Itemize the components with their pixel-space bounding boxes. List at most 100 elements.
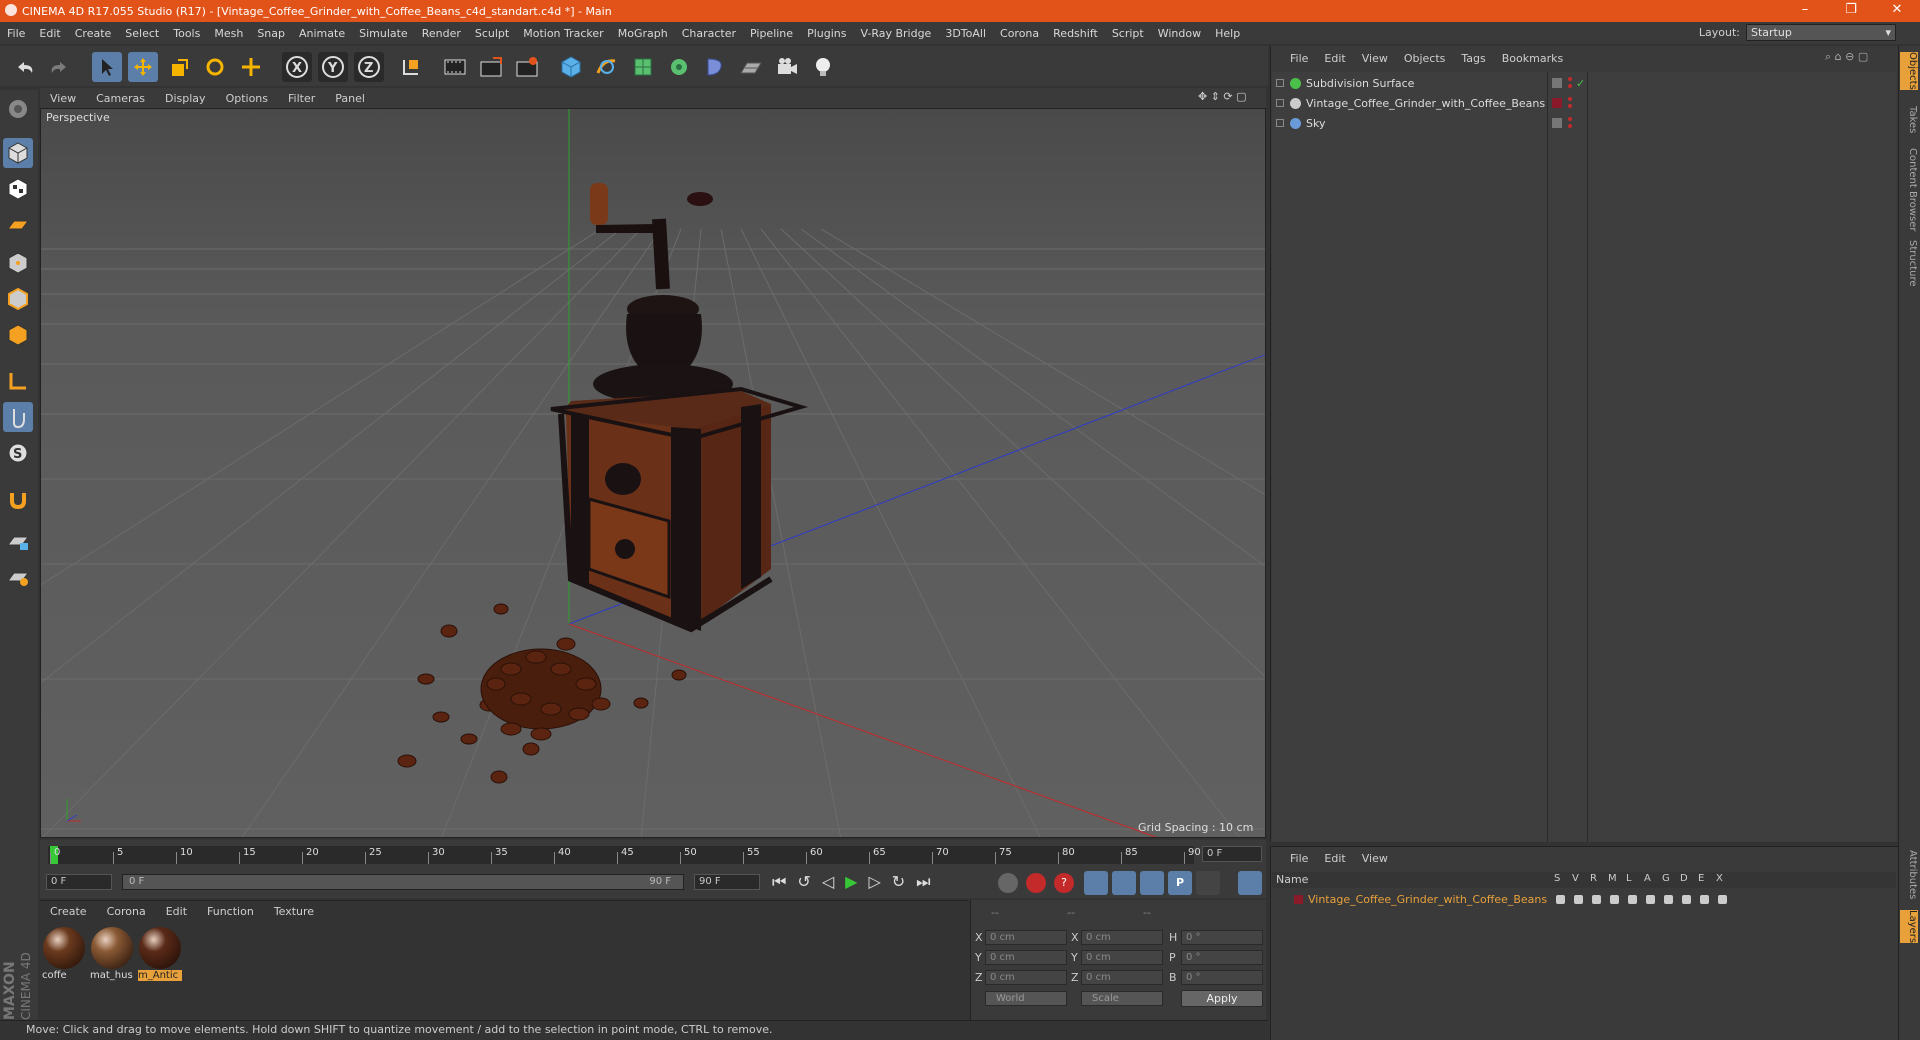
edges-mode-button[interactable] xyxy=(3,284,33,314)
menu-redshift[interactable]: Redshift xyxy=(1046,27,1105,40)
camera-button[interactable] xyxy=(772,52,802,82)
object-row[interactable]: Subdivision Surface ✓ xyxy=(1272,74,1896,93)
coordinate-system-button[interactable] xyxy=(396,52,426,82)
menu-render[interactable]: Render xyxy=(415,27,468,40)
next-frame-icon[interactable]: ▷ xyxy=(868,872,891,891)
coord-position-field[interactable]: 0 cm xyxy=(985,930,1067,945)
light-button[interactable] xyxy=(808,52,838,82)
coord-rotation-field[interactable]: 0 ° xyxy=(1181,950,1263,965)
layer-menu-view[interactable]: View xyxy=(1354,852,1396,865)
material-menu-edit[interactable]: Edit xyxy=(156,905,197,918)
spline-pen-button[interactable] xyxy=(592,52,622,82)
layer-row[interactable]: Vintage_Coffee_Grinder_with_Coffee_Beans xyxy=(1272,890,1896,909)
menu-sculpt[interactable]: Sculpt xyxy=(468,27,516,40)
menu-plugins[interactable]: Plugins xyxy=(800,27,853,40)
undo-button[interactable] xyxy=(10,52,40,82)
rotate-tool-button[interactable] xyxy=(200,52,230,82)
tab-layers[interactable]: Layers xyxy=(1900,910,1918,944)
viewport-perspective[interactable] xyxy=(40,108,1266,838)
layer-toggle-icon[interactable] xyxy=(1556,895,1565,904)
viewport-menu-filter[interactable]: Filter xyxy=(278,92,325,105)
menu-window[interactable]: Window xyxy=(1151,27,1208,40)
menu-create[interactable]: Create xyxy=(68,27,119,40)
previous-key-icon[interactable]: ↺ xyxy=(797,872,821,891)
layer-toggle-icon[interactable] xyxy=(1574,895,1583,904)
record-icon[interactable] xyxy=(1026,873,1046,893)
points-mode-button[interactable] xyxy=(3,248,33,278)
cloner-button[interactable] xyxy=(664,52,694,82)
layout-select[interactable]: Startup ▾ xyxy=(1746,24,1896,41)
keyframe-position-icon[interactable] xyxy=(1084,871,1108,895)
play-icon[interactable]: ▶ xyxy=(845,872,868,891)
tab-content-browser[interactable]: Content Browser xyxy=(1900,148,1918,231)
apply-button[interactable]: Apply xyxy=(1181,990,1263,1007)
current-frame-field[interactable]: 0 F xyxy=(1202,846,1262,862)
render-to-picture-viewer-button[interactable] xyxy=(476,52,506,82)
menu-file[interactable]: File xyxy=(0,27,32,40)
live-selection-button[interactable] xyxy=(92,52,122,82)
layer-toggle-icon[interactable] xyxy=(1718,895,1727,904)
material-swatch[interactable]: coffe xyxy=(42,926,86,984)
menu-edit[interactable]: Edit xyxy=(32,27,67,40)
check-icon[interactable]: ✓ xyxy=(1576,74,1585,93)
keyframe-rotation-icon[interactable] xyxy=(1140,871,1164,895)
menu-script[interactable]: Script xyxy=(1105,27,1151,40)
menu-3dtoall[interactable]: 3DToAll xyxy=(938,27,993,40)
menu-snap[interactable]: Snap xyxy=(250,27,292,40)
scale-select[interactable]: Scale xyxy=(1081,991,1163,1006)
y-axis-lock-button[interactable]: Y xyxy=(318,52,348,82)
model-mode-button[interactable] xyxy=(3,138,33,168)
tab-takes[interactable]: Takes xyxy=(1900,106,1918,133)
layer-toggle-icon[interactable] xyxy=(1592,895,1601,904)
keyframe-scale-icon[interactable] xyxy=(1112,871,1136,895)
viewport-menu-view[interactable]: View xyxy=(40,92,86,105)
texture-mode-button[interactable] xyxy=(3,174,33,204)
layer-toggle-icon[interactable] xyxy=(1646,895,1655,904)
go-to-start-icon[interactable]: ⏮ xyxy=(772,872,797,891)
coord-size-field[interactable]: 0 cm xyxy=(1081,950,1163,965)
menu-select[interactable]: Select xyxy=(118,27,166,40)
object-row[interactable]: Vintage_Coffee_Grinder_with_Coffee_Beans xyxy=(1272,94,1896,113)
viewport-menu-panel[interactable]: Panel xyxy=(325,92,375,105)
layer-toggle-icon[interactable] xyxy=(1610,895,1619,904)
object-menu-bookmarks[interactable]: Bookmarks xyxy=(1494,52,1571,65)
maximize-button[interactable]: ❐ xyxy=(1828,0,1874,22)
close-button[interactable]: ✕ xyxy=(1874,0,1920,22)
redo-button[interactable] xyxy=(44,52,74,82)
deformer-button[interactable] xyxy=(700,52,730,82)
object-row[interactable]: Sky xyxy=(1272,114,1896,133)
layer-menu-file[interactable]: File xyxy=(1282,852,1316,865)
render-view-button[interactable] xyxy=(440,52,470,82)
subdivision-surface-button[interactable] xyxy=(628,52,658,82)
coord-size-field[interactable]: 0 cm xyxy=(1081,970,1163,985)
object-manager-tools[interactable]: ⌕ ⌂ ⊖ ▢ xyxy=(1825,50,1868,64)
object-menu-objects[interactable]: Objects xyxy=(1396,52,1454,65)
coord-rotation-field[interactable]: 0 ° xyxy=(1181,970,1263,985)
material-menu-corona[interactable]: Corona xyxy=(97,905,156,918)
visibility-dots-icon[interactable] xyxy=(1568,77,1572,81)
render-settings-button[interactable] xyxy=(512,52,542,82)
playback-buttons[interactable]: ⏮↺◁▶▷↻⏭ xyxy=(772,872,942,892)
menu-pipeline[interactable]: Pipeline xyxy=(743,27,800,40)
tweak-mode-button[interactable] xyxy=(3,402,33,432)
help-record-icon[interactable]: ? xyxy=(1054,873,1074,893)
move-tool-button[interactable] xyxy=(128,52,158,82)
menu-motion-tracker[interactable]: Motion Tracker xyxy=(516,27,610,40)
go-to-end-icon[interactable]: ⏭ xyxy=(916,872,941,891)
coord-rotation-field[interactable]: 0 ° xyxy=(1181,930,1263,945)
transform-tool-button[interactable] xyxy=(236,52,266,82)
material-menu-function[interactable]: Function xyxy=(197,905,264,918)
previous-frame-icon[interactable]: ◁ xyxy=(822,872,845,891)
layer-menu-edit[interactable]: Edit xyxy=(1316,852,1353,865)
range-slider[interactable]: 0 F 90 F xyxy=(122,874,684,890)
keyframe-pla-icon[interactable] xyxy=(1196,871,1220,895)
keyframe-parameter-icon[interactable]: P xyxy=(1168,871,1192,895)
object-menu-file[interactable]: File xyxy=(1282,52,1316,65)
tree-expander-icon[interactable] xyxy=(1276,99,1284,107)
make-editable-button[interactable] xyxy=(3,94,33,124)
menu-simulate[interactable]: Simulate xyxy=(352,27,415,40)
menu-mesh[interactable]: Mesh xyxy=(207,27,250,40)
material-menu-texture[interactable]: Texture xyxy=(264,905,324,918)
object-tag-icon[interactable] xyxy=(1552,78,1562,88)
polygons-mode-button[interactable] xyxy=(3,320,33,350)
